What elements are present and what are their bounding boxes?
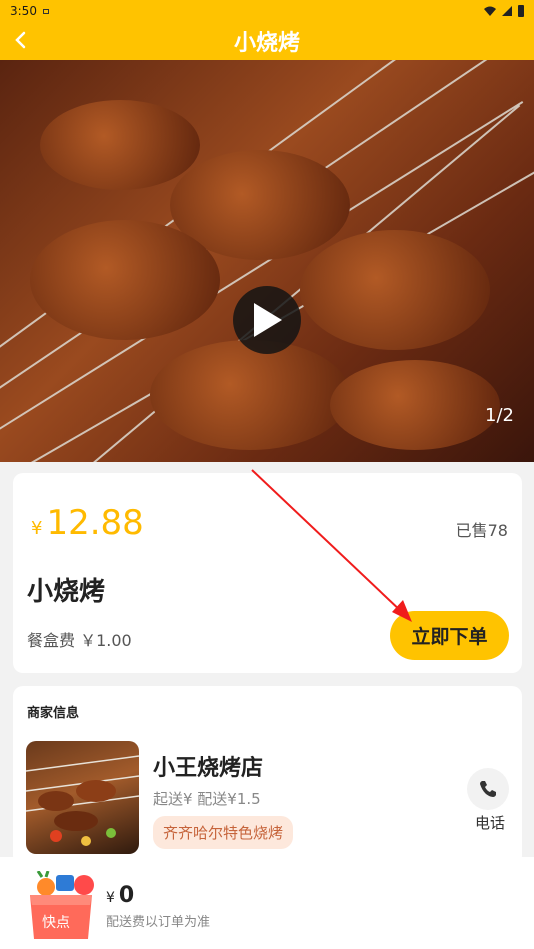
meat-chunk [30,220,220,340]
sold-count: 已售78 [455,521,508,540]
play-video-button[interactable] [233,286,301,354]
order-now-button[interactable]: 立即下单 [390,611,509,660]
signal-icon [502,6,512,16]
cart-button[interactable]: 快点 [24,870,100,941]
cart-total-value: 0 [118,883,135,908]
delivery-note: 配送费以订单为准 [106,915,211,930]
app-bar: 小烧烤 [0,22,534,60]
cart-total: ¥ 0 [106,883,134,908]
battery-icon [518,5,524,17]
meat-chunk [300,230,490,350]
wifi-icon [484,6,496,16]
product-media[interactable]: 1/2 [0,60,534,462]
cart-currency: ¥ [106,890,115,906]
product-price: ¥ 12.88 [31,503,144,543]
meat-chunk [150,340,350,450]
meat-chunk [330,360,500,450]
shop-tag: 齐齐哈尔特色烧烤 [153,816,294,849]
phone-icon [480,781,496,797]
cart-logo-text: 快点 [42,915,70,931]
status-time: 3:50 [10,4,37,18]
status-bar: 3:50 [0,0,534,22]
page-title: 小烧烤 [233,31,300,56]
notification-icon [42,8,49,14]
merchant-card: 商家信息 小王烧烤店 起送¥ 配送¥1.5 齐齐哈尔特色烧烤 电话 [13,686,522,866]
product-name: 小烧烤 [27,577,106,607]
product-card: ¥ 12.88 已售78 小烧烤 餐盒费 ￥1.00 立即下单 [13,473,522,673]
chevron-left-icon [15,31,26,49]
price-value: 12.88 [46,503,144,543]
play-icon [254,303,282,337]
shop-fees: 起送¥ 配送¥1.5 [153,790,261,808]
call-button[interactable] [467,768,509,810]
shop-name[interactable]: 小王烧烤店 [153,750,263,782]
call-label[interactable]: 电话 [475,812,505,833]
price-symbol: ¥ [31,518,43,539]
shopping-bag-icon: 快点 [30,870,94,939]
meat-chunk [40,100,200,190]
shop-image[interactable] [26,741,139,854]
shop-photo [26,755,139,846]
back-button[interactable] [8,28,32,52]
media-pager: 1/2 [485,405,514,426]
cart-bar: 快点 ¥ 0 配送费以订单为准 [0,857,534,949]
box-fee: 餐盒费 ￥1.00 [27,631,132,650]
merchant-section-title: 商家信息 [27,706,80,721]
